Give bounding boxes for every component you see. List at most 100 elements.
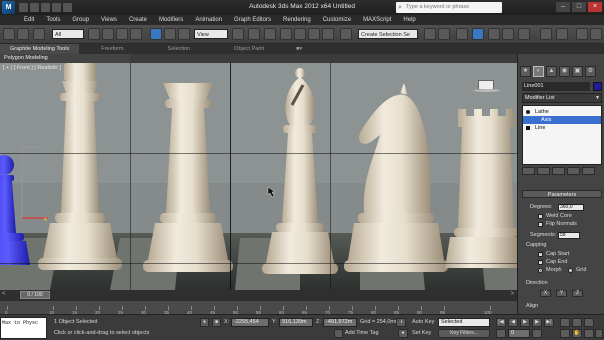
time-configuration-icon[interactable]: [532, 329, 542, 338]
flip-normals-checkbox[interactable]: [538, 222, 543, 227]
tab-graphite-modeling-tools[interactable]: Graphite Modeling Tools: [0, 44, 80, 54]
layer-manager-icon[interactable]: [456, 28, 468, 40]
maxscript-listener-input[interactable]: Max to Physc: [0, 317, 47, 339]
time-slider-handle[interactable]: 0 / 100: [20, 291, 50, 299]
front-viewport[interactable]: x [ + ] [ Front ] [ Realistic ]: [0, 63, 517, 290]
object-color-swatch[interactable]: [593, 82, 602, 91]
stack-item-lathe[interactable]: Lathe: [523, 108, 601, 116]
curve-editor-icon[interactable]: [488, 28, 500, 40]
maximize-icon[interactable]: □: [572, 2, 586, 12]
time-tag-icon[interactable]: [334, 329, 343, 338]
maximize-viewport-icon[interactable]: [595, 329, 603, 338]
graphite-toggle-icon[interactable]: [472, 28, 484, 40]
goto-end-icon[interactable]: ▶|: [544, 318, 554, 327]
goto-start-icon[interactable]: |◀: [496, 318, 506, 327]
menu-create[interactable]: Create: [129, 17, 147, 23]
hierarchy-tab-icon[interactable]: ▲: [546, 66, 557, 77]
reference-coordinate-dropdown[interactable]: View: [194, 29, 228, 39]
pivot-center-icon[interactable]: [232, 28, 244, 40]
viewcube-icon[interactable]: [474, 80, 500, 92]
menu-graph-editors[interactable]: Graph Editors: [234, 17, 271, 23]
direction-y-button[interactable]: Y: [556, 290, 567, 297]
pin-stack-icon[interactable]: [522, 167, 535, 175]
key-mode-toggle-icon[interactable]: [496, 329, 506, 338]
select-object-icon[interactable]: [88, 28, 100, 40]
modifier-list-dropdown[interactable]: Modifier List: [522, 93, 602, 103]
direction-x-button[interactable]: X: [540, 290, 551, 297]
show-end-result-icon[interactable]: [537, 167, 550, 175]
key-mode-icon[interactable]: ◑: [396, 318, 406, 327]
angle-snap-icon[interactable]: [294, 28, 306, 40]
menu-help[interactable]: Help: [403, 17, 415, 23]
play-icon[interactable]: ▶: [520, 318, 530, 327]
absolute-mode-icon[interactable]: ■: [212, 318, 221, 327]
render-setup-icon[interactable]: [540, 28, 552, 40]
slider-next-icon[interactable]: >: [510, 291, 514, 297]
search-input[interactable]: Type a keyword or phrase: [396, 2, 502, 13]
zoom-all-icon[interactable]: [572, 318, 582, 327]
parameters-rollout-header[interactable]: Parameters: [522, 190, 602, 198]
material-editor-icon[interactable]: [518, 28, 530, 40]
tab-selection[interactable]: Selection: [146, 44, 213, 54]
rect-selection-icon[interactable]: [116, 28, 128, 40]
lightbulb-icon[interactable]: [526, 110, 530, 114]
select-by-name-icon[interactable]: [102, 28, 114, 40]
select-manipulate-icon[interactable]: [248, 28, 260, 40]
ribbon-options-icon[interactable]: ■▾: [286, 44, 312, 54]
set-key-button[interactable]: Set Key: [412, 330, 431, 336]
menu-animation[interactable]: Animation: [195, 17, 222, 23]
menu-views[interactable]: Views: [101, 17, 117, 23]
field-of-view-icon[interactable]: [560, 329, 570, 338]
viewport-label[interactable]: [ + ] [ Front ] [ Realistic ]: [3, 65, 61, 71]
named-selection-set-input[interactable]: Create Selection Se: [358, 29, 418, 39]
make-unique-icon[interactable]: [552, 167, 565, 175]
minimize-icon[interactable]: –: [556, 2, 570, 12]
auto-key-button[interactable]: Auto Key: [412, 319, 434, 325]
menu-rendering[interactable]: Rendering: [283, 17, 311, 23]
rendered-frame-icon[interactable]: [556, 28, 568, 40]
add-time-tag-button[interactable]: Add Time Tag: [345, 330, 379, 336]
current-frame-field[interactable]: 0: [508, 329, 530, 338]
spinner-snap-icon[interactable]: [322, 28, 334, 40]
z-coordinate-field[interactable]: -491,972m: [323, 318, 357, 327]
tab-freeform[interactable]: Freeform: [79, 44, 145, 54]
configure-sets-icon[interactable]: [582, 167, 595, 175]
modifier-stack[interactable]: Lathe Axis Line: [522, 105, 602, 165]
set-key-icon[interactable]: ●: [398, 329, 408, 338]
selected-dropdown[interactable]: Selected: [438, 318, 490, 327]
percent-snap-icon[interactable]: [308, 28, 320, 40]
segments-input[interactable]: 58: [558, 232, 580, 239]
menu-maxscript[interactable]: MAXScript: [363, 17, 391, 23]
key-filters-button[interactable]: Key Filters...: [438, 329, 490, 338]
weld-core-checkbox[interactable]: [538, 214, 543, 219]
snaps-toggle-icon[interactable]: [280, 28, 292, 40]
mirror-icon[interactable]: [424, 28, 436, 40]
redo-button[interactable]: [17, 28, 29, 40]
lock-selection-icon[interactable]: ●: [200, 318, 209, 327]
next-frame-icon[interactable]: ▶: [532, 318, 542, 327]
select-rotate-icon[interactable]: [164, 28, 176, 40]
display-tab-icon[interactable]: ▣: [572, 66, 583, 77]
render-production-icon[interactable]: [576, 28, 588, 40]
cap-end-checkbox[interactable]: [538, 258, 543, 265]
track-bar[interactable]: 0 10 15 20 25 30 35 40 45 50 55 60 65 70…: [0, 300, 517, 315]
render-teapot-icon[interactable]: [590, 28, 602, 40]
menu-edit[interactable]: Edit: [24, 17, 34, 23]
motion-tab-icon[interactable]: ◉: [559, 66, 570, 77]
close-icon[interactable]: ×: [588, 2, 602, 12]
modify-tab-icon[interactable]: ◐: [533, 66, 544, 77]
x-coordinate-field[interactable]: -2255,454: [231, 318, 269, 327]
menu-modifiers[interactable]: Modifiers: [159, 17, 183, 23]
grid-radio[interactable]: [568, 268, 573, 273]
align-icon[interactable]: [438, 28, 450, 40]
tab-polygon-modeling[interactable]: Polygon Modeling: [0, 54, 130, 63]
remove-modifier-icon[interactable]: [567, 167, 580, 175]
cap-start-checkbox[interactable]: [538, 250, 543, 257]
prev-frame-icon[interactable]: ◀: [508, 318, 518, 327]
schematic-view-icon[interactable]: [502, 28, 514, 40]
undo-button[interactable]: [3, 28, 15, 40]
stack-item-axis[interactable]: Axis: [523, 116, 601, 124]
object-name-field[interactable]: Line001: [522, 82, 590, 91]
zoom-icon[interactable]: [560, 318, 570, 327]
menu-customize[interactable]: Customize: [323, 17, 351, 23]
